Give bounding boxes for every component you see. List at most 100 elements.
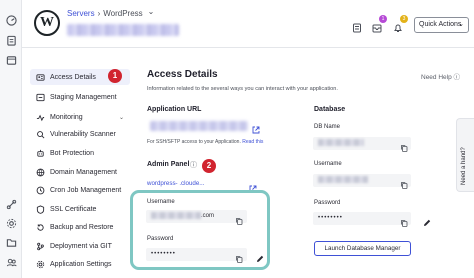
help-circle-icon: ⓘ <box>453 74 461 81</box>
server-icon[interactable] <box>352 20 362 33</box>
sidebar-item-label: Monitoring <box>50 113 83 121</box>
app-root: W Servers › WordPress ⌄ 1 3 Quick Action… <box>0 0 474 278</box>
sidebar-item-vulnerability-scanner[interactable]: Vulnerability Scanner <box>30 126 130 142</box>
database-title: Database <box>314 106 346 113</box>
page-subtitle: Information related to the several ways … <box>147 86 338 92</box>
db-name-label: DB Name <box>314 124 341 130</box>
external-link-icon[interactable] <box>252 121 260 134</box>
sidebar-item-label: Deployment via GIT <box>50 242 112 250</box>
breadcrumb-servers-link[interactable]: Servers <box>67 9 95 18</box>
copy-icon[interactable] <box>400 214 408 227</box>
chevron-down-icon: ⌄ <box>458 21 464 28</box>
left-rail <box>0 0 22 278</box>
sidebar-item-label: Cron Job Management <box>50 186 122 194</box>
sidebar-item-label: Backup and Restore <box>50 223 114 231</box>
sidebar-item-bot-protection[interactable]: Bot Protection <box>30 145 130 161</box>
sftp-note-text: For SSH/SFTP access to your Application. <box>147 139 241 145</box>
sidebar-item-application-settings[interactable]: Application Settings <box>30 256 130 272</box>
clipboard-icon[interactable] <box>5 34 17 46</box>
sidebar-item-deployment-via-git[interactable]: Deployment via GIT <box>30 238 130 254</box>
need-a-hand-label: Need a hand? <box>461 147 467 185</box>
sidebar-item-monitoring[interactable]: Monitoring ⌄ <box>30 109 130 125</box>
admin-password-label: Password <box>147 236 174 242</box>
gear-icon <box>35 259 45 269</box>
dashboard-icon[interactable] <box>5 14 17 26</box>
site-name-redacted <box>67 24 179 36</box>
need-help-link[interactable]: Need Help ⓘ <box>421 71 460 81</box>
admin-username-redacted <box>151 211 201 219</box>
bell-icon[interactable]: 3 <box>393 15 408 32</box>
db-username-label: Username <box>314 161 342 167</box>
chevron-down-icon[interactable]: ⌄ <box>119 114 124 121</box>
application-url-redacted <box>150 121 248 131</box>
bot-icon <box>35 148 45 158</box>
admin-username-label: Username <box>147 199 175 205</box>
copy-icon[interactable] <box>400 176 408 189</box>
admin-password-field[interactable]: •••••••• <box>146 248 247 261</box>
sidebar-item-label: SSL Certificate <box>50 205 97 213</box>
user-card-icon <box>35 72 45 82</box>
integrations-icon[interactable] <box>5 198 17 210</box>
admin-panel-label: Admin Panel <box>147 161 190 168</box>
info-icon[interactable]: ⓘ <box>190 160 197 170</box>
sidebar-item-cron-job-management[interactable]: Cron Job Management <box>30 182 130 198</box>
sidebar-item-label: Vulnerability Scanner <box>50 130 116 138</box>
top-header: W Servers › WordPress ⌄ 1 3 Quick Action… <box>22 0 474 48</box>
callout-marker-2: 2 <box>202 159 216 173</box>
team-icon[interactable] <box>5 256 17 268</box>
db-name-field[interactable] <box>313 137 411 150</box>
external-link-icon[interactable] <box>249 180 257 193</box>
sidebar-item-domain-management[interactable]: Domain Management <box>30 164 130 180</box>
sidebar-item-backup-and-restore[interactable]: Backup and Restore <box>30 219 130 235</box>
wp-admin-url-link[interactable]: wordpress- .cloude... <box>147 180 204 187</box>
breadcrumb-current: WordPress <box>103 9 143 18</box>
db-username-redacted <box>318 175 368 183</box>
edit-pencil-icon[interactable] <box>423 214 431 226</box>
need-help-label: Need Help <box>421 74 452 81</box>
bell-badge: 3 <box>400 15 408 23</box>
application-url-label: Application URL <box>147 106 202 113</box>
sidebar-item-label: Domain Management <box>50 168 117 176</box>
sidebar-item-label: Application Settings <box>50 260 112 268</box>
db-password-field[interactable]: •••••••• <box>313 212 411 225</box>
launch-database-manager-button[interactable]: Launch Database Manager <box>314 241 411 256</box>
folder-icon[interactable] <box>5 236 17 248</box>
read-this-link[interactable]: Read this <box>242 139 263 145</box>
sftp-note: For SSH/SFTP access to your Application.… <box>147 139 263 145</box>
ssl-icon <box>35 204 45 214</box>
sidebar-item-label: Staging Management <box>50 93 117 101</box>
db-username-field[interactable] <box>313 174 411 187</box>
backup-icon <box>35 222 45 232</box>
monitoring-icon <box>35 112 45 122</box>
db-password-label: Password <box>314 200 341 206</box>
scanner-icon <box>35 129 45 139</box>
db-name-redacted <box>318 138 364 146</box>
sidebar-item-staging-management[interactable]: Staging Management <box>30 89 130 105</box>
page-title: Access Details <box>147 69 218 80</box>
copy-icon[interactable] <box>235 212 243 225</box>
need-a-hand-tab[interactable]: Need a hand? <box>456 118 474 192</box>
staging-icon <box>35 92 45 102</box>
wordpress-logo-icon: W <box>34 10 60 36</box>
git-icon <box>35 241 45 251</box>
breadcrumb-separator: › <box>97 9 101 18</box>
inbox-badge: 1 <box>379 15 387 23</box>
sidebar-item-ssl-certificate[interactable]: SSL Certificate <box>30 201 130 217</box>
window-icon[interactable] <box>5 54 17 66</box>
sidebar-item-label: Access Details <box>50 73 96 81</box>
clock-icon <box>35 185 45 195</box>
copy-icon[interactable] <box>400 139 408 152</box>
copy-icon[interactable] <box>235 250 243 263</box>
quick-actions-label: Quick Actions <box>419 21 462 28</box>
edit-pencil-icon[interactable] <box>256 250 264 262</box>
admin-username-suffix: .com <box>201 213 215 219</box>
sidebar-item-label: Bot Protection <box>50 149 94 157</box>
settings-icon[interactable] <box>5 217 17 229</box>
inbox-icon[interactable]: 1 <box>372 15 387 33</box>
breadcrumb: Servers › WordPress ⌄ <box>67 7 155 18</box>
quick-actions-button[interactable]: Quick Actions ⌄ <box>414 17 469 33</box>
globe-icon <box>35 167 45 177</box>
callout-marker-1: 1 <box>108 69 122 83</box>
chevron-down-icon[interactable]: ⌄ <box>148 7 155 16</box>
admin-username-field[interactable]: .com <box>146 210 247 223</box>
